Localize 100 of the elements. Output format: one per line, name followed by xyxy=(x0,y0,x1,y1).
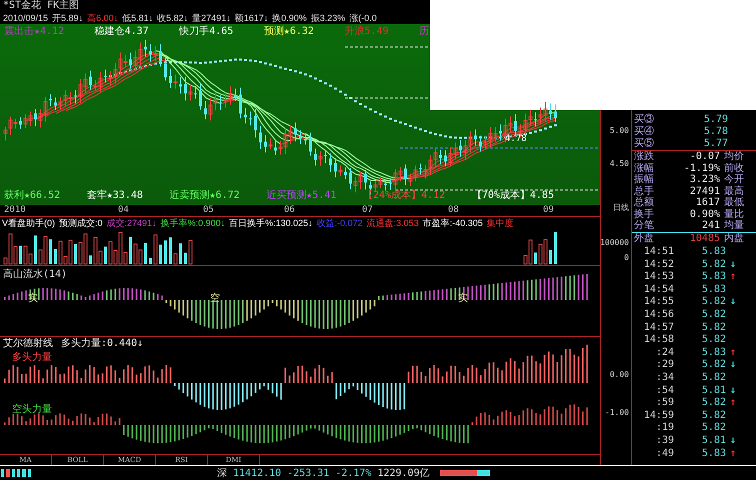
axis-label: 0 xyxy=(624,253,629,263)
trade-time: :24 xyxy=(654,346,675,360)
stat-value: -1.19% xyxy=(682,162,721,174)
indicator-label: 震出击★4.12 xyxy=(4,26,64,38)
trade-time: 14:52 xyxy=(642,258,675,272)
indicator-label: 预测★6.32 xyxy=(264,26,314,38)
stat-label: 前收 xyxy=(724,162,744,174)
indicator-label: 近买预测★5.41 xyxy=(266,190,336,202)
quote-value: 高6.00↓ xyxy=(87,12,118,24)
date-tick: 05 xyxy=(203,205,214,216)
axis-label: 4.50 xyxy=(610,159,629,169)
axis-label: 100000 xyxy=(600,238,629,248)
stat-label: 总手 xyxy=(634,186,655,196)
trade-price: 5.82 xyxy=(700,296,726,309)
panel-title: 艾尔德射线 xyxy=(3,336,53,350)
market-breadth-icon xyxy=(1,469,31,477)
date-tick: 2010 xyxy=(4,205,26,216)
direction-arrow: ↓ xyxy=(728,434,738,448)
series-label: 多头力量 xyxy=(12,350,52,364)
trade-price: 5.81 xyxy=(700,434,726,448)
trade-price: 5.82 xyxy=(700,397,726,410)
trade-time: :29 xyxy=(654,359,675,372)
trade-time: :54 xyxy=(654,384,675,398)
trade-time: :39 xyxy=(654,434,675,448)
trade-price: 5.82 xyxy=(700,322,726,334)
volume-indicator-value: 市盈率:-40.305 xyxy=(422,216,483,229)
quote-value: 低5.81↓ xyxy=(122,12,154,24)
panel-title: 高山流水(14) xyxy=(3,268,68,281)
stat-label: 均量 xyxy=(724,220,744,232)
trade-time: 14:53 xyxy=(642,271,675,284)
trade-time: 14:55 xyxy=(642,296,675,309)
axis-label: -1.00 xyxy=(604,408,629,418)
direction-arrow: ↓ xyxy=(728,296,738,309)
direction-arrow: ↓ xyxy=(728,258,738,272)
index-change: -253.31 xyxy=(287,468,330,478)
market-name: 深 xyxy=(217,467,227,480)
stat-label: 量比 xyxy=(724,208,744,220)
date-tick: 07 xyxy=(362,205,373,216)
quote-value: 涨(-0.0 xyxy=(349,12,377,24)
stat-label: 分笔 xyxy=(634,220,655,232)
index-percent: -2.17% xyxy=(335,468,372,478)
stat-label: 内盘 xyxy=(724,232,744,244)
indicator-label: 套牢★33.48 xyxy=(86,190,143,202)
stat-label: 涨跌 xyxy=(634,151,655,162)
trade-time: 14:54 xyxy=(642,284,675,296)
stat-label: 总额 xyxy=(634,197,655,208)
stat-label: 最高 xyxy=(724,186,744,197)
quote-value: 换0.90% xyxy=(272,12,307,24)
trade-time: 14:57 xyxy=(642,322,675,334)
direction-arrow: ↓ xyxy=(728,359,738,372)
direction-arrow: ↑ xyxy=(728,448,738,460)
trade-price: 5.82 xyxy=(700,258,726,272)
date-tick: 09 xyxy=(543,205,554,216)
signal-mark: 实 xyxy=(458,292,468,305)
stat-label: 外盘 xyxy=(634,232,655,244)
index-value: 11412.10 xyxy=(233,468,282,478)
axis-label: 5.00 xyxy=(610,126,629,136)
bid-label: 买⑤ xyxy=(634,138,655,150)
indicator-label: 稳建仓4.37 xyxy=(94,26,149,38)
bid-label: 买④ xyxy=(634,126,655,138)
trade-time: :59 xyxy=(654,397,675,410)
indicator-label: 【70%成本】4.85 xyxy=(472,190,554,202)
stat-label: 换手 xyxy=(634,208,655,220)
trade-price: 5.82 xyxy=(700,422,726,435)
volume-indicator-value: 流通盘:3.053 xyxy=(366,216,419,229)
trade-price: 5.82 xyxy=(700,410,726,422)
direction-arrow: ↑ xyxy=(728,397,738,410)
volume-indicator-value: 预测成交:0 xyxy=(59,216,103,229)
trade-price: 5.83 xyxy=(700,271,726,284)
trade-time: :49 xyxy=(654,448,675,460)
volume-indicator-value: V看盘助手(0) xyxy=(2,216,56,229)
stat-label: 最低 xyxy=(724,197,744,208)
trade-time: 14:56 xyxy=(642,308,675,322)
date-tick: 06 xyxy=(284,205,295,216)
trade-price: 5.82 xyxy=(700,359,726,372)
stat-value: 241 xyxy=(700,220,721,232)
stat-value: 1617 xyxy=(694,197,721,208)
stock-name: *ST金花 xyxy=(3,0,42,12)
stat-label: 振幅 xyxy=(634,174,655,186)
stat-value: -0.07 xyxy=(688,151,721,162)
volume-indicator-value: 收益:-0.072 xyxy=(316,216,363,229)
trade-time: 14:51 xyxy=(642,246,675,259)
trade-price: 5.81 xyxy=(700,384,726,398)
direction-arrow: ↑ xyxy=(728,346,738,360)
indicator-label: 近卖预测★6.72 xyxy=(170,190,240,202)
trade-time: 14:59 xyxy=(642,410,675,422)
trade-time: :34 xyxy=(654,372,675,385)
stat-value: 0.90% xyxy=(688,208,721,220)
volume-indicator-value: 成交:27491↓ xyxy=(106,216,157,229)
axis-label: 0.00 xyxy=(610,370,629,380)
trade-price: 5.83 xyxy=(700,246,726,259)
trade-price: 5.82 xyxy=(700,372,726,385)
trade-time: 14:58 xyxy=(642,334,675,347)
indicator-label: 升浪5.49 xyxy=(344,26,388,38)
direction-arrow: ↓ xyxy=(728,384,738,398)
signal-mark: 空 xyxy=(210,292,220,305)
stat-value: 3.23% xyxy=(688,174,721,186)
quote-value: 2010/09/15 xyxy=(3,12,48,24)
trade-price: 5.83 xyxy=(700,284,726,296)
quote-value: 量27491↓ xyxy=(192,12,231,24)
